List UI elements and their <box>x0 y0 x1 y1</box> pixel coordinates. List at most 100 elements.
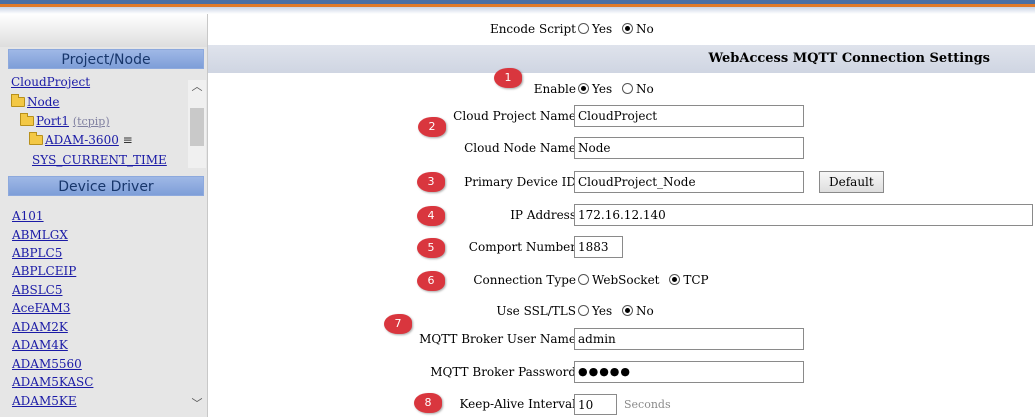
comport-number-row: Comport Number 1883 <box>208 236 1035 260</box>
scroll-up-icon[interactable]: ︿ <box>188 80 206 94</box>
broker-user-row: MQTT Broker User Name admin <box>208 328 1035 352</box>
enable-yes-radio[interactable]: Yes <box>578 82 612 96</box>
radio-label: Yes <box>592 22 613 36</box>
primary-device-id-row: Primary Device ID CloudProject_Node Defa… <box>208 171 1035 195</box>
connection-type-row: Connection Type WebSocket TCP <box>208 270 1035 292</box>
connection-type-options: WebSocket TCP <box>578 273 715 287</box>
keep-alive-row: Keep-Alive Interval 10 Seconds <box>208 394 1035 416</box>
comport-number-input[interactable]: 1883 <box>574 236 623 258</box>
use-ssl-label: Use SSL/TLS <box>496 304 576 318</box>
radio-checked-icon <box>621 305 633 316</box>
broker-user-input[interactable]: admin <box>574 328 804 350</box>
step-badge: 1 <box>494 68 522 88</box>
cloud-project-name-input[interactable]: CloudProject <box>574 105 804 127</box>
cloud-node-name-input[interactable]: Node <box>574 137 804 159</box>
menu-lines-icon[interactable]: ≡ <box>123 133 133 147</box>
driver-item[interactable]: ADAM2K <box>12 320 68 334</box>
driver-item[interactable]: ADAM5560 <box>12 357 82 371</box>
tree-node-link[interactable]: Node <box>27 95 60 109</box>
step-badge: 2 <box>418 117 446 137</box>
project-node-header: Project/Node <box>8 49 204 69</box>
banner-fade <box>0 7 1035 14</box>
tree-node-item[interactable]: Node <box>11 94 60 109</box>
step-badge: 6 <box>417 271 445 291</box>
step-badge: 3 <box>417 172 445 192</box>
radio-icon <box>578 23 589 34</box>
tree-port-link[interactable]: Port1 <box>36 114 69 128</box>
folder-icon <box>29 132 43 145</box>
top-banner <box>0 0 1035 14</box>
tree-project-link[interactable]: CloudProject <box>11 75 90 89</box>
section-header: WebAccess MQTT Connection Settings <box>208 45 1035 73</box>
use-ssl-options: Yes No <box>578 304 660 318</box>
broker-password-input[interactable]: ●●●●● <box>574 361 804 383</box>
radio-icon <box>578 305 589 316</box>
device-driver-header: Device Driver <box>8 176 204 196</box>
driver-item[interactable]: ADAM5KE <box>12 394 77 408</box>
enable-row: Enable Yes No <box>208 76 1035 100</box>
encode-script-label: Encode Script <box>489 22 576 36</box>
comport-number-label: Comport Number <box>468 240 576 254</box>
driver-item[interactable]: A101 <box>12 209 44 223</box>
cloud-node-name-row: Cloud Node Name Node <box>208 137 1035 161</box>
driver-list: A101 ABMLGX ABPLC5 ABPLCEIP ABSLC5 AceFA… <box>0 209 188 417</box>
keep-alive-label: Keep-Alive Interval <box>459 397 576 411</box>
driver-item[interactable]: ABMLGX <box>12 228 68 242</box>
radio-label: Yes <box>592 304 613 318</box>
enable-label: Enable <box>533 82 576 96</box>
ip-address-row: IP Address 172.16.12.140 <box>208 204 1035 228</box>
scroll-thumb[interactable] <box>190 108 204 146</box>
radio-label: Yes <box>592 82 613 96</box>
driver-item[interactable]: AceFAM3 <box>12 301 70 315</box>
encode-script-yes-radio[interactable]: Yes <box>578 22 612 36</box>
radio-checked-icon <box>621 23 633 34</box>
driver-scrollbar[interactable]: ﹀ <box>188 394 206 414</box>
broker-password-label: MQTT Broker Password <box>430 365 576 379</box>
scroll-down-icon[interactable]: ﹀ <box>188 397 206 411</box>
radio-checked-icon <box>578 83 589 94</box>
default-button[interactable]: Default <box>819 171 884 193</box>
cloud-node-name-label: Cloud Node Name <box>464 141 576 155</box>
driver-item[interactable]: ABPLC5 <box>12 246 62 260</box>
broker-user-label: MQTT Broker User Name <box>419 332 576 346</box>
use-ssl-row: Use SSL/TLS Yes No <box>208 301 1035 323</box>
tree-port-type: (tcpip) <box>72 115 110 128</box>
tree-tag-link[interactable]: SYS_CURRENT_TIME <box>32 153 167 167</box>
cloud-project-name-row: Cloud Project Name CloudProject <box>208 105 1035 129</box>
ssl-no-radio[interactable]: No <box>621 304 654 318</box>
keep-alive-input[interactable]: 10 <box>574 394 617 415</box>
ssl-yes-radio[interactable]: Yes <box>578 304 612 318</box>
enable-no-radio[interactable]: No <box>621 82 654 96</box>
encode-script-row: Encode Script Yes No <box>208 20 1035 40</box>
radio-label: No <box>635 22 654 36</box>
encode-script-no-radio[interactable]: No <box>621 22 654 36</box>
folder-icon <box>11 94 25 107</box>
driver-item[interactable]: ADAM5KASC <box>12 375 93 389</box>
folder-icon <box>20 113 34 126</box>
tree-device-link[interactable]: ADAM-3600 <box>45 133 119 147</box>
tree-scrollbar[interactable]: ︿ <box>188 80 206 168</box>
driver-item[interactable]: ADAM4K <box>12 338 68 352</box>
ip-address-input[interactable]: 172.16.12.140 <box>574 204 1033 226</box>
keep-alive-unit: Seconds <box>624 398 671 411</box>
sidebar-top-gap <box>0 14 207 47</box>
ip-address-label: IP Address <box>510 208 576 222</box>
step-badge: 5 <box>417 238 445 258</box>
tree-port-item[interactable]: Port1 (tcpip) <box>20 113 110 128</box>
websocket-radio[interactable]: WebSocket <box>578 273 660 287</box>
radio-label: WebSocket <box>592 273 660 287</box>
tcp-radio[interactable]: TCP <box>669 273 709 287</box>
encode-script-options: Yes No <box>578 22 660 36</box>
driver-item[interactable]: ABPLCEIP <box>12 264 76 278</box>
radio-checked-icon <box>669 274 681 285</box>
mqtt-settings-form: Encode Script Yes No WebAccess MQTT Conn… <box>208 14 1035 417</box>
connection-type-label: Connection Type <box>473 273 576 287</box>
primary-device-id-input[interactable]: CloudProject_Node <box>574 171 804 193</box>
primary-device-id-label: Primary Device ID <box>464 175 576 189</box>
radio-icon <box>578 274 589 285</box>
tree-device-item[interactable]: ADAM-3600 ≡ <box>29 132 133 147</box>
step-badge: 4 <box>417 206 445 226</box>
step-badge: 8 <box>414 393 442 413</box>
radio-label: TCP <box>683 273 709 287</box>
driver-item[interactable]: ABSLC5 <box>12 283 63 297</box>
